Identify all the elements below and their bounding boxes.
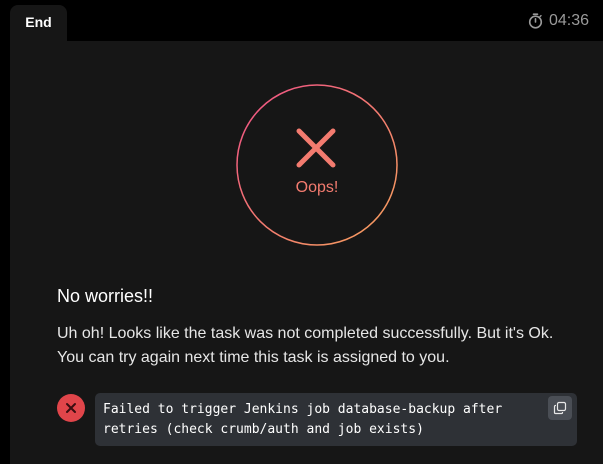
copy-button[interactable]: [548, 396, 572, 420]
result-heading: No worries!!: [57, 286, 154, 306]
x-mark-icon: [296, 128, 336, 168]
timer: 04:36: [528, 12, 589, 30]
status-label: Oops!: [295, 179, 339, 196]
error-message-box: Failed to trigger Jenkins job database-b…: [95, 393, 577, 446]
tab-end[interactable]: End: [10, 5, 67, 42]
tab-end-label: End: [25, 13, 52, 30]
result-message: Uh oh! Looks like the task was not compl…: [57, 325, 554, 366]
error-badge: [57, 394, 85, 422]
copy-icon: [553, 401, 567, 415]
error-message-text: Failed to trigger Jenkins job database-b…: [103, 402, 503, 437]
stopwatch-icon: [528, 13, 543, 29]
error-x-icon: [66, 403, 76, 413]
top-bar: End 04:36: [0, 0, 603, 42]
timer-value: 04:36: [548, 12, 589, 29]
